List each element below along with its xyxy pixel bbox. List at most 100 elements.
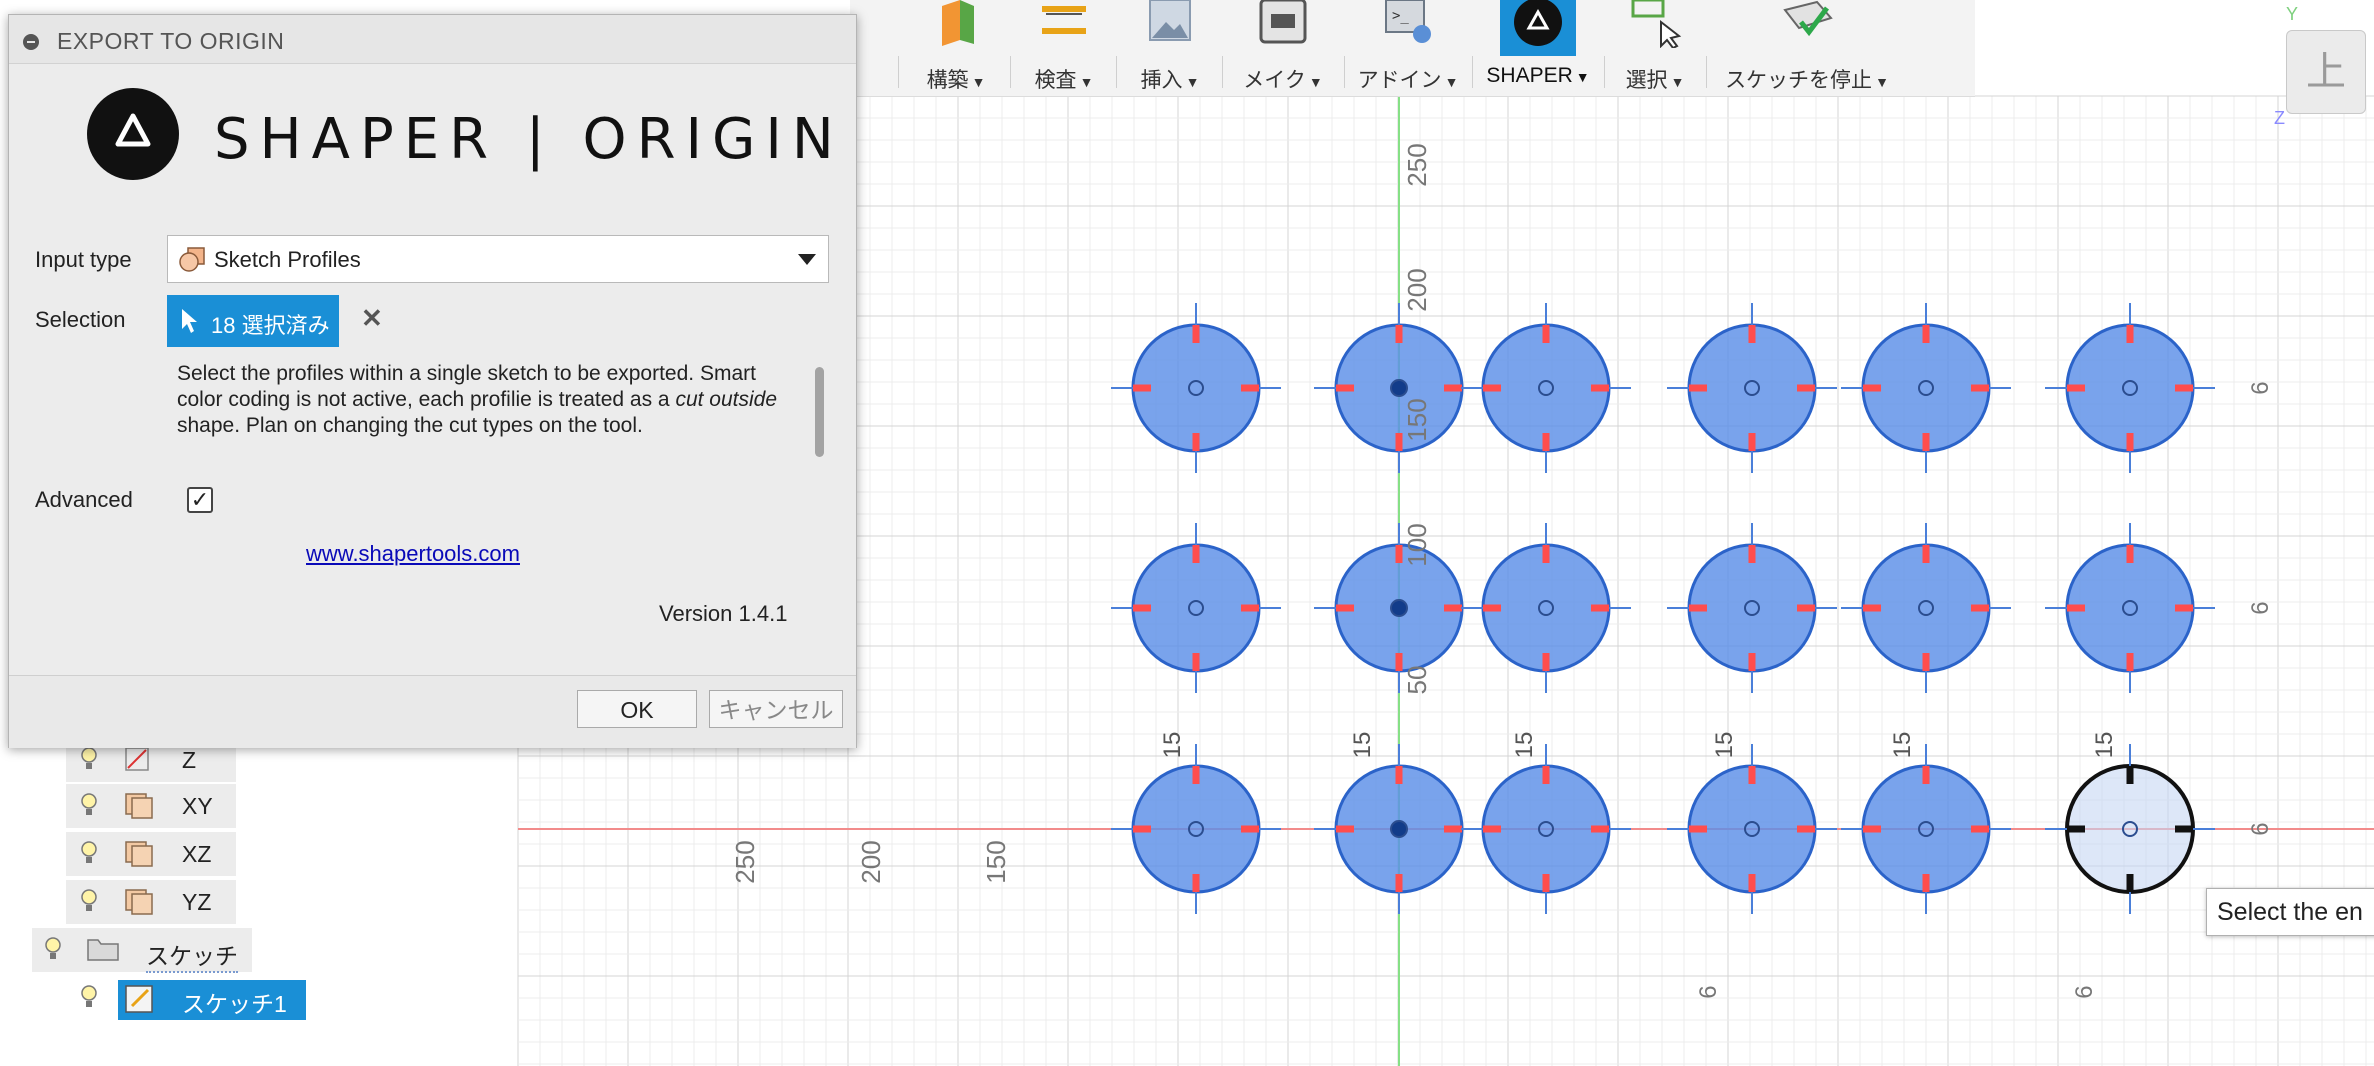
axis-icon [125,747,149,771]
browser-item-label: Z [182,747,197,773]
toolbar-construct-label: 構築 ▼ [926,69,986,92]
profile-circle[interactable] [1481,543,1611,673]
toolbar-separator [898,56,899,88]
profile-circle[interactable] [1687,764,1817,894]
clear-selection-icon[interactable]: ✕ [361,303,383,334]
dimension-label: 15 [1711,732,1738,759]
lightbulb-icon[interactable] [80,840,98,866]
toolbar-shaper[interactable]: SHAPER ▼ [1478,0,1598,96]
addins-icon: >_ [1385,0,1431,43]
toolbar-select[interactable]: 選択 ▼ [1610,0,1700,96]
dimension-label: 15 [1511,732,1538,759]
input-type-dropdown[interactable]: Sketch Profiles [167,235,829,283]
browser-item-label: スケッチ [146,937,238,973]
plane-icon [125,889,153,915]
make-icon [1259,0,1307,44]
toolbar-inspect-label: 検査 ▼ [1034,69,1094,92]
toolbar-insert[interactable]: 挿入 ▼ [1122,0,1218,96]
description-scrollbar[interactable] [815,367,824,457]
browser-item-yz-plane[interactable]: YZ [66,880,236,924]
toolbar-separator [1116,56,1117,88]
browser-item-sketches-folder[interactable]: スケッチ [0,928,256,973]
export-dialog: EXPORT TO ORIGIN SHAPER | ORIGIN Input t… [8,14,857,748]
lightbulb-icon[interactable] [44,936,62,962]
shaper-logo-icon [87,88,179,180]
profile-circle[interactable] [1131,323,1261,453]
browser-item-label: YZ [182,889,212,915]
dialog-titlebar[interactable]: EXPORT TO ORIGIN [9,15,856,64]
profile-center-point[interactable] [1390,379,1408,397]
toolbar-insert-label: 挿入 ▼ [1140,69,1200,92]
profile-circle[interactable] [1861,323,1991,453]
profile-circle[interactable] [2065,323,2195,453]
construct-icon [942,0,974,46]
profile-circle[interactable] [2065,764,2195,894]
toolbar-make-label: メイク ▼ [1243,69,1323,92]
profile-circle[interactable] [1687,543,1817,673]
axis-tick-label: 150 [981,840,1011,883]
profile-circle[interactable] [1481,323,1611,453]
view-cube[interactable]: 上 [2286,30,2366,114]
profile-circle[interactable] [1131,543,1261,673]
toolbar: ▼ 構築▼ 検査▼ 挿入▼ メイク▼ [845,0,1975,97]
cancel-button[interactable]: キャンセル [709,690,843,728]
profile-circle[interactable] [2065,543,2195,673]
dialog-close-icon[interactable] [23,34,39,50]
dimension-label: 6 [2247,822,2274,835]
lightbulb-icon[interactable] [80,792,98,818]
toolbar-stop-sketch-label: スケッチを停止 ▼ [1725,69,1889,92]
profile-center-point[interactable] [1390,599,1408,617]
toolbar-separator [1222,56,1223,88]
profile-circle[interactable] [1861,543,1991,673]
profile-circle[interactable] [1687,323,1817,453]
dimension-label: 6 [1695,985,1722,998]
toolbar-construct[interactable]: 構築 ▼ [908,0,1004,96]
profile-circle[interactable] [1131,764,1261,894]
axis-tick-label: 250 [1402,143,1432,186]
selection-count: 18 選択済み [211,313,330,338]
axis-tick-label: 150 [1402,398,1432,441]
profile-center-point[interactable] [1390,820,1408,838]
lightbulb-icon[interactable] [80,984,98,1010]
dimension-label: 15 [1349,732,1376,759]
folder-icon [87,939,119,961]
canvas-tooltip: Select the en [2206,888,2374,936]
toolbar-separator [1010,56,1011,88]
toolbar-inspect[interactable]: 検査 ▼ [1016,0,1112,96]
toolbar-separator [1706,56,1707,88]
shaper-icon [1500,0,1576,56]
dialog-description: Select the profiles within a single sket… [177,362,778,437]
dimension-label: 15 [1159,732,1186,759]
selection-label: Selection [35,307,126,332]
advanced-checkbox[interactable]: ✓ [187,487,213,513]
toolbar-select-label: 選択 ▼ [1625,69,1685,92]
browser-item-xy-plane[interactable]: XY [66,784,236,828]
select-icon [1631,0,1682,48]
ok-button[interactable]: OK [577,690,697,728]
axis-tick-label: 200 [1402,268,1432,311]
sketch-profile-icon [179,247,205,272]
axis-tick-label: 250 [730,840,760,883]
plane-icon [125,793,153,819]
dialog-footer: OK キャンセル [9,675,856,748]
view-cube-z-axis-label: Z [2274,108,2285,128]
inspect-icon [1042,6,1086,34]
axis-tick-label: 200 [856,840,886,883]
profile-circle[interactable] [1861,764,1991,894]
toolbar-make[interactable]: メイク ▼ [1228,0,1338,96]
axis-tick-label: 100 [1402,523,1432,566]
toolbar-stop-sketch[interactable]: スケッチを停止 ▼ [1712,0,1902,96]
toolbar-separator [1344,56,1345,88]
dimension-label: 6 [2071,985,2098,998]
view-cube-y-axis-label: Y [2286,4,2299,24]
selection-button[interactable]: 18 選択済み [167,295,339,347]
lightbulb-icon[interactable] [80,746,98,772]
lightbulb-icon[interactable] [80,888,98,914]
browser-item-sketch1[interactable]: スケッチ1 [66,976,306,1020]
toolbar-addins[interactable]: >_ アドイン ▼ [1350,0,1466,96]
browser-item-label: スケッチ1 [182,991,287,1017]
cursor-arrow-icon [182,309,197,333]
browser-item-xz-plane[interactable]: XZ [66,832,236,876]
profile-circle[interactable] [1481,764,1611,894]
shapertools-link[interactable]: www.shapertools.com [306,541,520,567]
